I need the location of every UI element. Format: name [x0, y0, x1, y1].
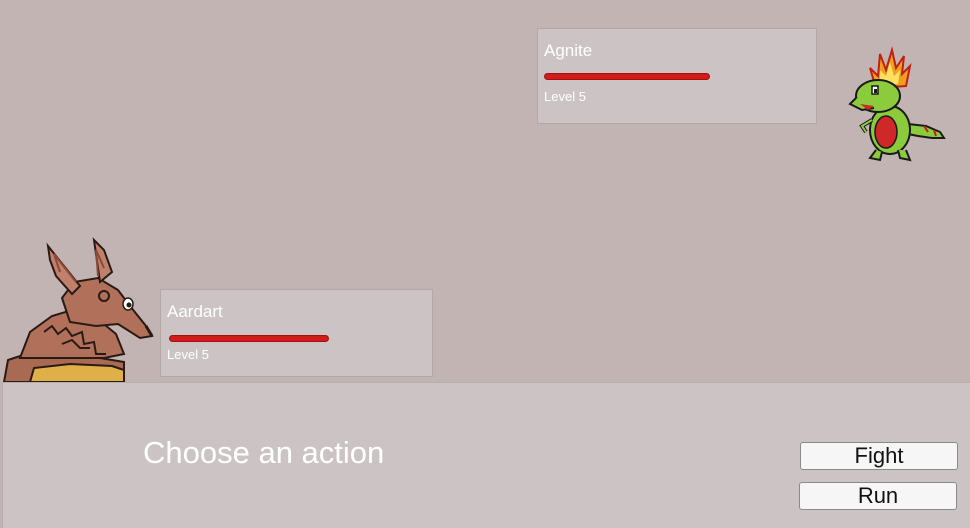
enemy-hp-bar: [544, 73, 710, 80]
enemy-status-panel: Agnite Level 5: [537, 28, 817, 124]
action-prompt: Choose an action: [143, 435, 385, 470]
enemy-name: Agnite: [544, 41, 593, 60]
fight-button[interactable]: Fight: [800, 442, 958, 470]
enemy-creature-sprite: [848, 46, 946, 162]
player-level: Level 5: [167, 347, 209, 362]
enemy-level: Level 5: [544, 89, 586, 104]
player-name: Aardart: [167, 302, 223, 321]
player-creature-sprite: [2, 237, 154, 382]
action-panel: Choose an action Fight Run: [2, 382, 970, 528]
player-hp-bar: [169, 335, 329, 342]
player-status-panel: Aardart Level 5: [160, 289, 433, 377]
run-button[interactable]: Run: [799, 482, 957, 510]
